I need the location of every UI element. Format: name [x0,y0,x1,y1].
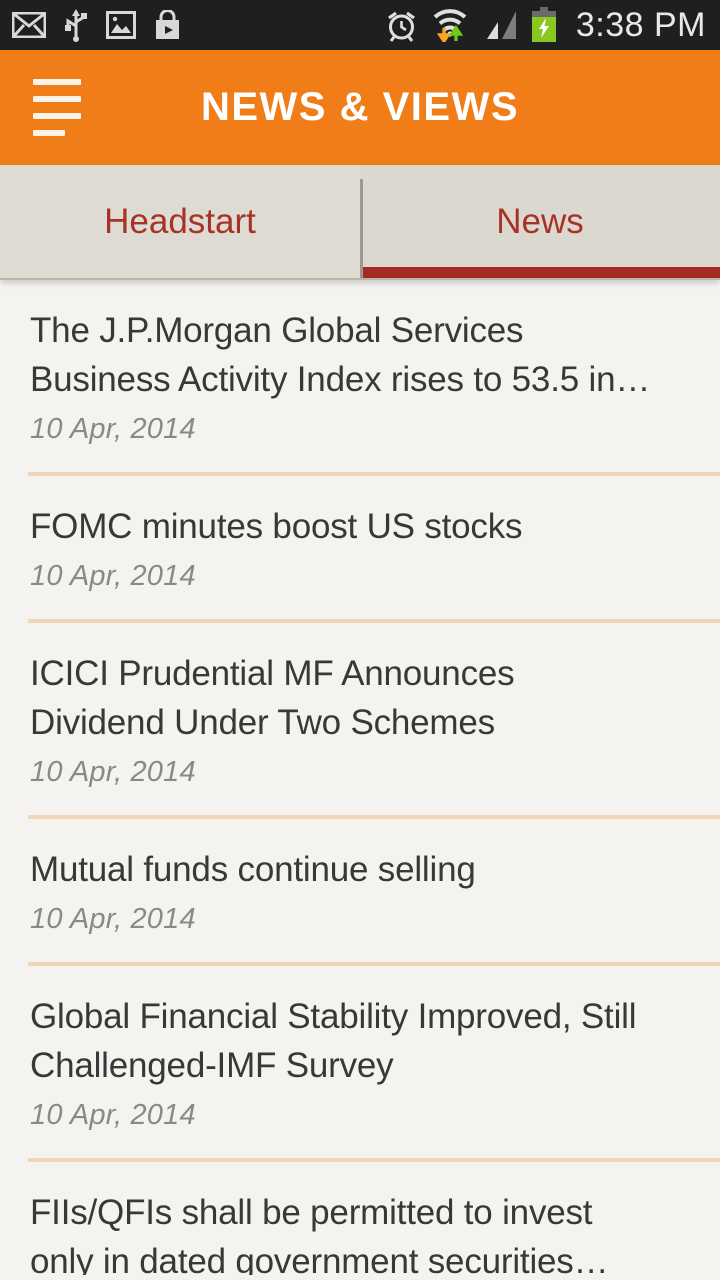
news-title: Mutual funds continue selling [30,850,476,889]
list-item[interactable]: The J.P.Morgan Global Services Business … [0,280,720,446]
menu-line-1 [33,79,81,85]
play-store-icon [156,10,179,39]
mail-icon [12,12,46,38]
news-list[interactable]: The J.P.Morgan Global Services Business … [0,280,720,1275]
status-bar: 3:38 PM [0,0,720,50]
list-item[interactable]: FIIs/QFIs shall be permitted to invest o… [0,1162,720,1275]
tab-bar: Headstart News [0,165,720,280]
list-item[interactable]: FOMC minutes boost US stocks 10 Apr, 201… [0,476,720,593]
news-title: ICICI Prudential MF Announces Dividend U… [30,654,515,742]
status-bar-right-icons: 3:38 PM [385,7,706,43]
status-bar-left-icons [12,8,181,42]
action-bar: NEWS & VIEWS [0,50,720,165]
news-date: 10 Apr, 2014 [30,1099,196,1131]
signal-icon [486,11,516,39]
status-bar-clock: 3:38 PM [575,6,706,44]
news-date: 10 Apr, 2014 [30,903,196,935]
news-date: 10 Apr, 2014 [30,756,196,788]
menu-line-3 [33,113,81,119]
list-item[interactable]: Global Financial Stability Improved, Sti… [0,966,720,1132]
menu-line-4 [33,130,65,136]
battery-charging-icon [531,7,556,42]
alarm-icon [387,11,415,42]
tab-news[interactable]: News [360,165,720,278]
news-title: Global Financial Stability Improved, Sti… [30,997,637,1085]
wifi-data-icon [433,9,467,42]
news-date: 10 Apr, 2014 [30,560,196,592]
usb-icon [65,9,87,42]
news-title: FIIs/QFIs shall be permitted to invest o… [30,1193,609,1275]
image-icon [106,11,136,39]
tab-headstart[interactable]: Headstart [0,165,360,278]
hamburger-menu-icon[interactable] [0,50,96,165]
page-title: NEWS & VIEWS [200,85,520,129]
news-date: 10 Apr, 2014 [30,413,196,445]
news-title: FOMC minutes boost US stocks [30,507,523,546]
list-item[interactable]: ICICI Prudential MF Announces Dividend U… [0,623,720,789]
news-title: The J.P.Morgan Global Services Business … [30,311,651,399]
tab-news-label: News [496,201,584,241]
tab-headstart-label: Headstart [104,201,256,241]
menu-line-2 [33,96,81,102]
list-item[interactable]: Mutual funds continue selling 10 Apr, 20… [0,819,720,936]
